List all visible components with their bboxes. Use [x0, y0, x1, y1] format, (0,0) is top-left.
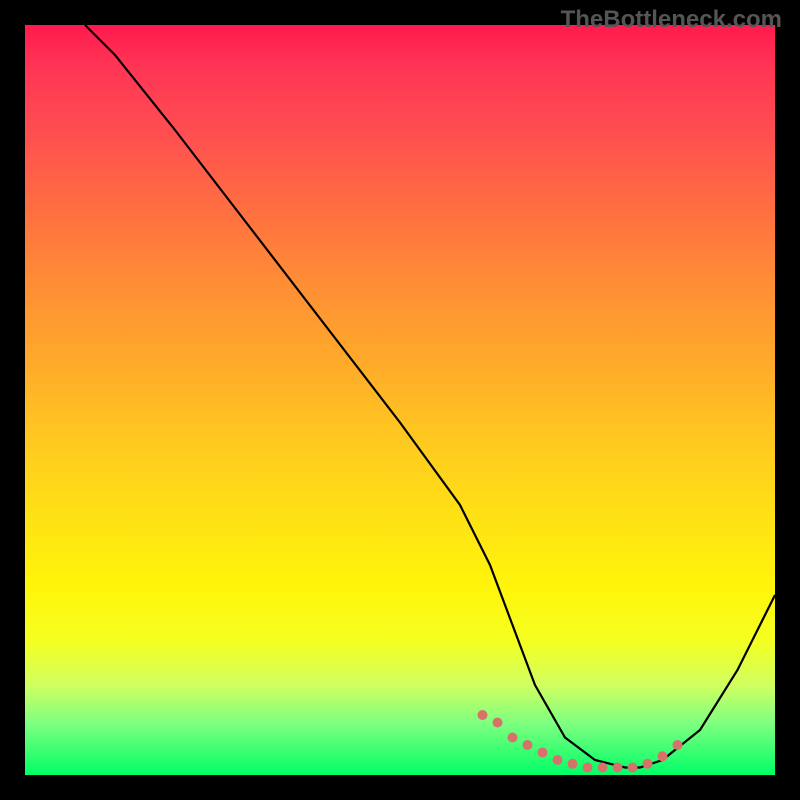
- marker-dot: [673, 740, 683, 750]
- marker-dot: [493, 718, 503, 728]
- marker-dot: [598, 763, 608, 773]
- marker-dot: [568, 759, 578, 769]
- marker-dot: [658, 751, 668, 761]
- chart-plot-area: [25, 25, 775, 775]
- marker-dot: [538, 748, 548, 758]
- marker-dot: [583, 763, 593, 773]
- marker-dot: [553, 755, 563, 765]
- chart-svg: [25, 25, 775, 775]
- marker-dot: [523, 740, 533, 750]
- chart-markers: [478, 710, 683, 773]
- marker-dot: [628, 763, 638, 773]
- marker-dot: [613, 763, 623, 773]
- marker-dot: [508, 733, 518, 743]
- chart-curve: [85, 25, 775, 768]
- watermark-text: TheBottleneck.com: [561, 6, 782, 34]
- marker-dot: [478, 710, 488, 720]
- marker-dot: [643, 759, 653, 769]
